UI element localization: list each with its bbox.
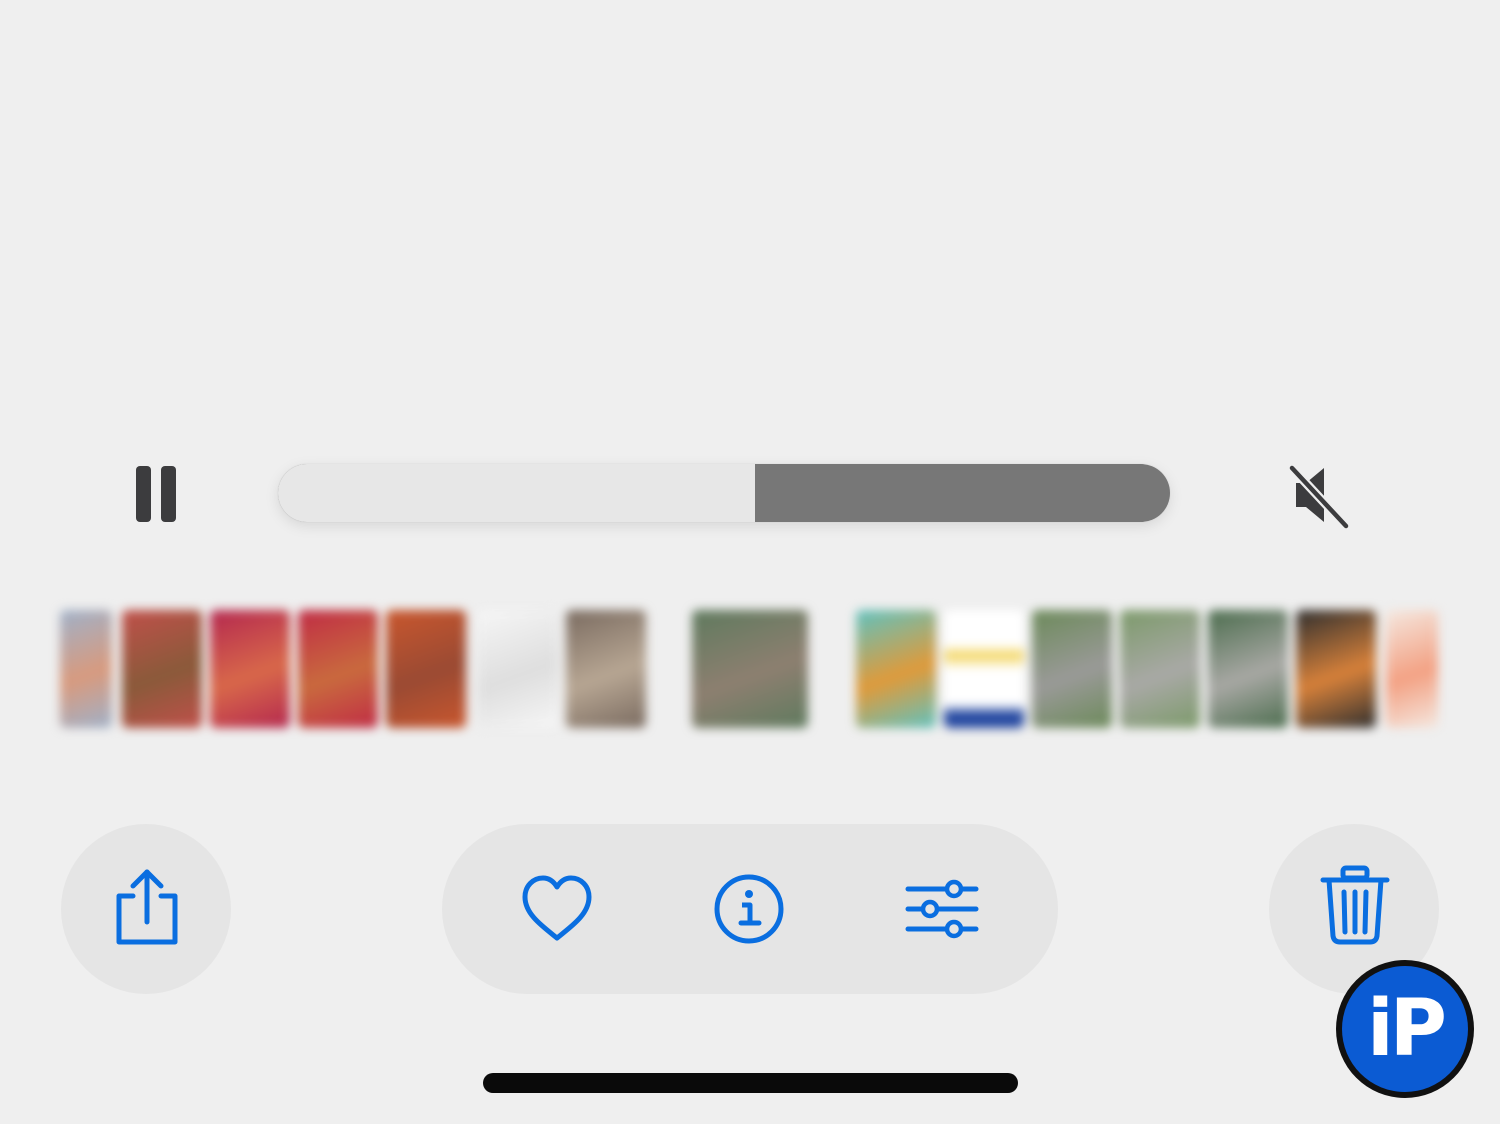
thumb-9[interactable] <box>856 610 936 728</box>
thumb-1[interactable] <box>60 610 112 728</box>
scrubber-played-portion <box>278 464 756 522</box>
pause-icon-bar <box>161 466 176 522</box>
thumb-11[interactable] <box>1032 610 1112 728</box>
thumb-15[interactable] <box>1386 610 1438 728</box>
thumbnail-strip[interactable] <box>60 604 1450 732</box>
heart-icon <box>522 875 592 941</box>
pause-button[interactable] <box>118 452 194 536</box>
watermark-logo-circle: iP <box>1342 966 1468 1092</box>
watermark-logo-text: iP <box>1367 984 1447 1074</box>
info-icon <box>714 874 784 944</box>
thumb-5[interactable] <box>386 610 466 728</box>
action-group <box>442 824 1058 994</box>
thumb-3[interactable] <box>210 610 290 728</box>
share-button[interactable] <box>61 824 231 994</box>
share-icon <box>116 869 178 945</box>
sliders-icon <box>905 879 979 939</box>
pause-icon <box>136 466 151 522</box>
thumb-6[interactable] <box>478 610 558 728</box>
mute-button[interactable] <box>1280 456 1358 534</box>
favorite-button[interactable] <box>512 864 602 954</box>
adjust-button[interactable] <box>898 864 988 954</box>
home-indicator[interactable] <box>483 1073 1018 1093</box>
thumb-10[interactable] <box>944 610 1024 728</box>
thumb-14[interactable] <box>1296 610 1376 728</box>
thumb-12[interactable] <box>1120 610 1200 728</box>
photo-viewer: iP <box>0 0 1500 1124</box>
info-button[interactable] <box>704 864 794 954</box>
thumb-8[interactable] <box>692 610 808 728</box>
video-scrubber[interactable] <box>278 464 1170 522</box>
thumb-2[interactable] <box>122 610 202 728</box>
thumb-7[interactable] <box>566 610 646 728</box>
thumb-13[interactable] <box>1208 610 1288 728</box>
speaker-slash-icon <box>1287 463 1351 531</box>
watermark-logo: iP <box>1336 960 1474 1098</box>
thumb-4[interactable] <box>298 610 378 728</box>
